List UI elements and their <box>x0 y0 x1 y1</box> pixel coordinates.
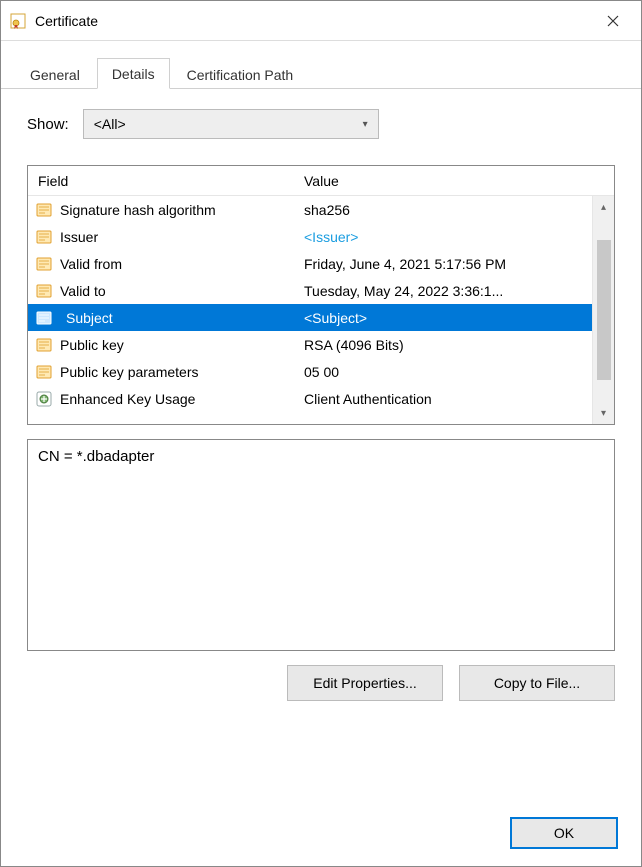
tab-general[interactable]: General <box>15 59 95 89</box>
tab-details[interactable]: Details <box>97 58 170 89</box>
table-row[interactable]: Issuer<Issuer> <box>28 223 592 250</box>
field-name: Enhanced Key Usage <box>60 391 298 407</box>
field-icon <box>34 308 54 328</box>
field-icon <box>34 200 54 220</box>
window-title: Certificate <box>35 13 593 29</box>
table-row[interactable]: Public keyRSA (4096 Bits) <box>28 331 592 358</box>
field-value: RSA (4096 Bits) <box>298 337 592 353</box>
field-list: Field Value Signature hash algorithmsha2… <box>27 165 615 425</box>
tab-bar: General Details Certification Path <box>1 41 641 89</box>
ok-button[interactable]: OK <box>510 817 618 849</box>
field-icon <box>34 362 54 382</box>
field-value: 05 00 <box>298 364 592 380</box>
button-label: OK <box>554 825 574 841</box>
button-row: Edit Properties... Copy to File... <box>27 665 615 701</box>
field-value: Client Authentication <box>298 391 592 407</box>
detail-text-box: CN = *.dbadapter <box>27 439 615 651</box>
field-name: Valid from <box>60 256 298 272</box>
list-body: Signature hash algorithmsha256Issuer<Iss… <box>28 196 592 424</box>
field-value: <Issuer> <box>298 229 592 245</box>
scroll-down-icon[interactable]: ▾ <box>595 404 613 422</box>
table-row[interactable]: Enhanced Key UsageClient Authentication <box>28 385 592 412</box>
column-header-field[interactable]: Field <box>28 173 298 189</box>
extension-icon <box>34 389 54 409</box>
list-header: Field Value <box>28 166 614 196</box>
footer: OK <box>510 817 618 849</box>
chevron-down-icon: ▾ <box>363 119 368 130</box>
certificate-icon <box>9 12 27 30</box>
show-value: <All> <box>94 116 126 132</box>
field-name: Issuer <box>60 229 298 245</box>
scroll-up-icon[interactable]: ▴ <box>595 198 613 216</box>
table-row[interactable]: Public key parameters05 00 <box>28 358 592 385</box>
field-name: Subject <box>60 310 298 326</box>
scrollbar[interactable]: ▴ ▾ <box>592 196 614 424</box>
detail-text: CN = *.dbadapter <box>38 448 154 465</box>
field-icon <box>34 335 54 355</box>
field-icon <box>34 254 54 274</box>
table-row[interactable]: Valid toTuesday, May 24, 2022 3:36:1... <box>28 277 592 304</box>
field-name: Valid to <box>60 283 298 299</box>
close-button[interactable] <box>593 6 633 36</box>
edit-properties-button[interactable]: Edit Properties... <box>287 665 443 701</box>
field-icon <box>34 227 54 247</box>
field-name: Signature hash algorithm <box>60 202 298 218</box>
tab-label: Certification Path <box>187 67 294 83</box>
field-value: sha256 <box>298 202 592 218</box>
tab-certification-path[interactable]: Certification Path <box>172 59 309 89</box>
show-label: Show: <box>27 116 69 133</box>
table-row[interactable]: Subject<Subject> <box>28 304 592 331</box>
field-icon <box>34 281 54 301</box>
tab-label: General <box>30 67 80 83</box>
tab-label: Details <box>112 66 155 82</box>
field-name: Public key <box>60 337 298 353</box>
show-row: Show: <All> ▾ <box>27 109 615 139</box>
details-panel: Show: <All> ▾ Field Value Signature hash… <box>1 89 641 715</box>
scroll-thumb[interactable] <box>597 240 611 380</box>
table-row[interactable]: Valid fromFriday, June 4, 2021 5:17:56 P… <box>28 250 592 277</box>
table-row[interactable]: Signature hash algorithmsha256 <box>28 196 592 223</box>
field-value: Friday, June 4, 2021 5:17:56 PM <box>298 256 592 272</box>
field-name: Public key parameters <box>60 364 298 380</box>
button-label: Copy to File... <box>494 675 580 691</box>
show-dropdown[interactable]: <All> ▾ <box>83 109 379 139</box>
column-header-value[interactable]: Value <box>298 173 592 189</box>
titlebar: Certificate <box>1 1 641 41</box>
field-value: <Subject> <box>298 310 592 326</box>
copy-to-file-button[interactable]: Copy to File... <box>459 665 615 701</box>
button-label: Edit Properties... <box>313 675 417 691</box>
field-value: Tuesday, May 24, 2022 3:36:1... <box>298 283 592 299</box>
